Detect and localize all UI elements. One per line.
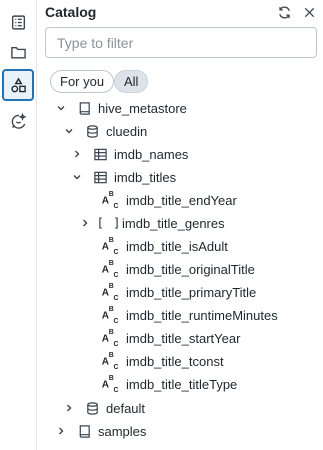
- assistant-icon: [11, 112, 27, 129]
- column-row[interactable]: ABC imdb_title_endYear: [38, 189, 318, 212]
- left-rail: [0, 0, 37, 450]
- refresh-icon: [278, 6, 290, 18]
- column-row[interactable]: ABC imdb_title_startYear: [38, 327, 318, 350]
- tree-node-label: default: [106, 401, 146, 416]
- panel-title: Catalog: [45, 4, 97, 20]
- column-label: imdb_title_runtimeMinutes: [126, 308, 278, 323]
- column-label: imdb_title_startYear: [126, 331, 241, 346]
- string-type-icon: ABC: [101, 328, 119, 349]
- workspace-icon: [11, 14, 25, 30]
- tree-node-label: imdb_titles: [114, 170, 177, 185]
- catalog-book-icon: [76, 100, 92, 116]
- column-label: imdb_title_endYear: [126, 193, 237, 208]
- close-icon: [304, 7, 314, 17]
- folder-icon: [10, 46, 26, 59]
- filter-input[interactable]: [45, 27, 317, 58]
- column-label: imdb_title_genres: [122, 216, 225, 231]
- chevron-down-icon[interactable]: [56, 103, 66, 113]
- string-type-icon: ABC: [101, 282, 119, 303]
- string-type-icon: ABC: [101, 351, 119, 372]
- close-button[interactable]: [301, 4, 317, 20]
- chevron-right-icon[interactable]: [64, 403, 74, 413]
- chevron-down-icon[interactable]: [64, 126, 74, 136]
- string-type-icon: ABC: [101, 305, 119, 326]
- column-row[interactable]: ABC imdb_title_tconst: [38, 350, 318, 373]
- string-type-icon: ABC: [101, 236, 119, 257]
- chevron-right-icon[interactable]: [80, 218, 90, 228]
- shapes-icon: [10, 77, 26, 92]
- workspace-button[interactable]: [2, 6, 34, 38]
- column-row[interactable]: ABC imdb_title_runtimeMinutes: [38, 304, 318, 327]
- string-type-icon: ABC: [101, 259, 119, 280]
- tree-node-label: samples: [98, 424, 147, 439]
- column-row[interactable]: ABC imdb_title_primaryTitle: [38, 281, 318, 304]
- catalog-book-icon: [76, 423, 92, 439]
- column-row[interactable]: ABC imdb_title_isAdult: [38, 235, 318, 258]
- tree-node-default[interactable]: default: [38, 397, 318, 420]
- for-you-pill[interactable]: For you: [50, 70, 115, 93]
- table-icon: [92, 169, 108, 185]
- catalog-panel: Catalog For you All hive_metastore: [38, 0, 323, 450]
- tree-node-cluedin[interactable]: cluedin: [38, 120, 318, 143]
- tree-node-hive-metastore[interactable]: hive_metastore: [38, 97, 318, 120]
- column-label: imdb_title_primaryTitle: [126, 285, 257, 300]
- column-label: imdb_title_originalTitle: [126, 262, 255, 277]
- folder-button[interactable]: [2, 36, 34, 68]
- array-type-icon: [ ]: [96, 216, 122, 230]
- tree-node-imdb-titles[interactable]: imdb_titles: [38, 166, 318, 189]
- string-type-icon: ABC: [101, 190, 119, 211]
- column-row[interactable]: ABC imdb_title_titleType: [38, 373, 318, 396]
- catalog-button[interactable]: [2, 69, 34, 101]
- table-icon: [92, 146, 108, 162]
- database-icon: [84, 400, 100, 416]
- column-row[interactable]: [ ] imdb_title_genres: [38, 212, 318, 235]
- database-icon: [84, 123, 100, 139]
- all-pill[interactable]: All: [114, 70, 149, 93]
- column-row[interactable]: ABC imdb_title_originalTitle: [38, 258, 318, 281]
- string-type-icon: ABC: [101, 374, 119, 395]
- column-label: imdb_title_titleType: [126, 377, 238, 392]
- tree-node-label: hive_metastore: [98, 101, 187, 116]
- tree-node-label: imdb_names: [114, 147, 189, 162]
- chevron-right-icon[interactable]: [56, 426, 66, 436]
- tree-node-samples[interactable]: samples: [38, 420, 318, 443]
- tree-node-imdb-names[interactable]: imdb_names: [38, 143, 318, 166]
- chevron-down-icon[interactable]: [72, 172, 82, 182]
- column-label: imdb_title_isAdult: [126, 239, 228, 254]
- assistant-button[interactable]: [2, 105, 34, 137]
- chevron-right-icon[interactable]: [72, 149, 82, 159]
- tree-node-label: cluedin: [106, 124, 148, 139]
- column-label: imdb_title_tconst: [126, 354, 224, 369]
- refresh-button[interactable]: [276, 4, 292, 20]
